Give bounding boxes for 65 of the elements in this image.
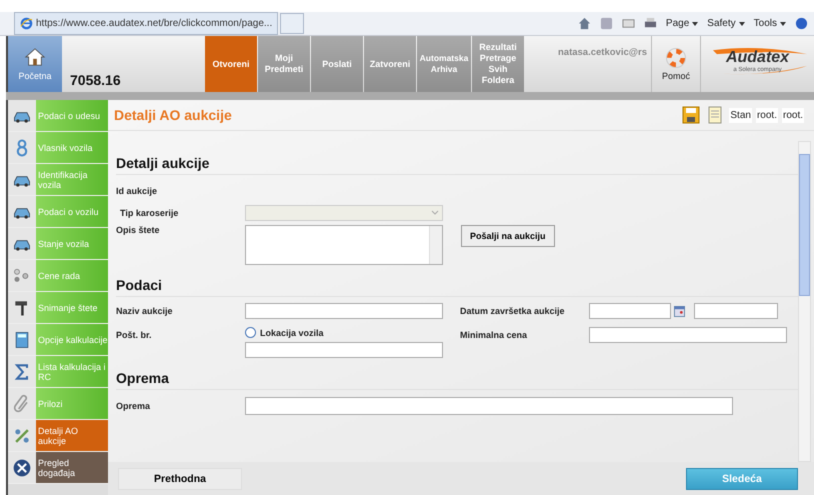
body-type-select[interactable] [245, 205, 443, 221]
sidebar-item[interactable]: Podaci o udesu [36, 100, 108, 131]
radio-button[interactable] [245, 327, 256, 338]
sidebar-item[interactable]: Pregled događaja [36, 452, 108, 483]
damage-textarea[interactable] [245, 225, 443, 265]
nav-tab[interactable]: Zatvoreni [364, 36, 416, 92]
case-number: 7058.16 [70, 72, 121, 88]
nav-tab[interactable]: Rezultati Pretrage Svih Foldera [472, 36, 524, 92]
section-heading: Detalji aukcije [116, 155, 798, 175]
sidebar-item[interactable]: Identifikacija vozila [36, 164, 108, 195]
input-field[interactable] [245, 303, 443, 319]
toolbar-link[interactable]: root. [756, 108, 778, 122]
nav-tab[interactable]: Otvoreni [205, 36, 257, 92]
section-heading: Podaci [116, 277, 798, 297]
home-button[interactable]: Početna [8, 36, 62, 92]
page-title: Detalji AO aukcije [114, 107, 232, 123]
sidebar-item[interactable]: Vlasnik vozila [36, 132, 108, 163]
radio-label: Lokacija vozila [260, 328, 324, 338]
date-field[interactable] [589, 303, 671, 319]
user-email: natasa.cetkovic@rs [558, 47, 647, 58]
equipment-textarea[interactable] [245, 397, 733, 415]
caret-icon [780, 22, 786, 26]
command-menu[interactable]: Page [666, 18, 698, 29]
field-label: Naziv aukcije [116, 305, 174, 316]
field-label: Id aukcije [116, 186, 158, 196]
caret-icon [738, 22, 745, 26]
field-label: Datum završetka aukcije [460, 305, 566, 316]
toolbar-link[interactable]: root. [782, 108, 804, 122]
input-field[interactable] [589, 327, 787, 343]
field-label: Opis štete [116, 225, 161, 235]
toolbar-link[interactable]: Stan [729, 108, 752, 122]
scrollbar[interactable] [798, 141, 811, 462]
new-tab[interactable] [280, 13, 304, 34]
command-menu[interactable]: Safety [707, 18, 745, 29]
sidebar-item[interactable]: Podaci o vozilu [36, 196, 108, 227]
sidebar-item[interactable]: Opcije kalkulacije [36, 324, 108, 355]
browser-logo-icon [20, 17, 33, 30]
time-field[interactable] [694, 303, 778, 319]
printer-icon[interactable] [644, 17, 657, 30]
previous-button[interactable]: Prethodna [118, 468, 242, 490]
lifebuoy-icon [666, 48, 686, 68]
section-heading: Oprema [116, 370, 798, 390]
calendar-icon[interactable] [674, 306, 685, 316]
next-button[interactable]: Sledeća [686, 468, 798, 490]
field-label: Pošt. br. [116, 329, 153, 340]
sidebar-item[interactable]: Lista kalkulacija i RC [36, 356, 108, 387]
sidebar-item[interactable]: Snimanje štete [36, 292, 108, 323]
nav-tab[interactable]: Automatska Arhiva [417, 36, 471, 92]
sidebar-item[interactable]: Cene rada [36, 260, 108, 291]
input-field[interactable] [245, 342, 443, 358]
send-button[interactable]: Pošalji na aukciju [461, 225, 555, 247]
save-icon[interactable] [681, 105, 702, 125]
house-icon [24, 47, 46, 67]
sidebar-item[interactable]: Prilozi [36, 388, 108, 419]
field-label: Minimalna cena [460, 329, 528, 340]
nav-tab[interactable]: Poslati [311, 36, 363, 92]
sidebar-item[interactable]: Stanje vozila [36, 228, 108, 259]
command-menu[interactable]: Tools [754, 18, 786, 29]
home-icon[interactable] [578, 17, 591, 30]
sidebar-item[interactable]: Detalji AO aukcije [36, 420, 108, 451]
field-label: Tip karoserije [119, 208, 180, 218]
field-label: Oprema [116, 401, 152, 411]
nav-tab[interactable]: Moji Predmeti [258, 36, 310, 92]
caret-icon [692, 22, 698, 26]
browser-tab[interactable]: https://www.cee.audatex.net/bre/clickcommon/page... [14, 12, 278, 35]
